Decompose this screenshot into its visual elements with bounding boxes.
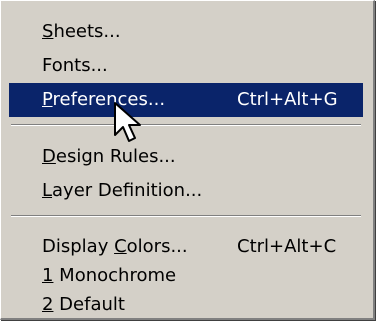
- menu-item-layer-definition[interactable]: Layer Definition...: [9, 174, 363, 208]
- menu-item-default[interactable]: 2 Default: [9, 288, 363, 322]
- arrow-pointer-icon: [114, 102, 141, 142]
- menu-item-label: Fonts...: [42, 55, 108, 76]
- menu-item-label: Preferences...: [42, 89, 166, 110]
- menu-item-design-rules[interactable]: Design Rules...: [9, 140, 363, 174]
- menu-separator: [11, 124, 361, 126]
- menu-separator: [11, 215, 361, 217]
- menu-item-preferences[interactable]: Preferences... Ctrl+Alt+G: [9, 83, 363, 117]
- menu-item-shortcut: Ctrl+Alt+G: [237, 89, 338, 110]
- menu-item-fonts[interactable]: Fonts...: [9, 49, 363, 83]
- menu-item-sheets[interactable]: Sheets...: [9, 15, 363, 49]
- context-menu: Sheets... Fonts... Preferences... Ctrl+A…: [0, 0, 375, 320]
- menu-item-label: Layer Definition...: [42, 180, 203, 201]
- menu-item-label: Sheets...: [42, 21, 121, 42]
- menu-item-label: 2 Default: [42, 294, 125, 315]
- menu-item-label: Design Rules...: [42, 146, 176, 167]
